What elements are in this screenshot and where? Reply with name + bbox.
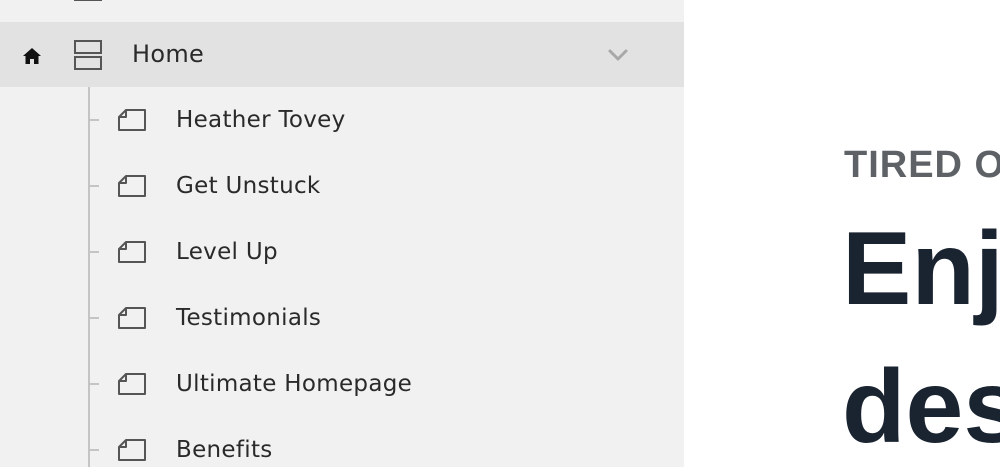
folder-icon: [74, 0, 102, 1]
tree-item-page[interactable]: Get Unstuck: [0, 153, 684, 219]
tree-branch-tick: [90, 383, 99, 385]
tree-item-label: Benefits: [176, 437, 273, 463]
tree-branch-tick: [90, 449, 99, 451]
page-icon: [118, 109, 146, 131]
page-icon: [118, 439, 146, 461]
preview-headline: Enj: [842, 211, 1000, 327]
tree-branch-tick: [90, 317, 99, 319]
tree-item-page[interactable]: Level Up: [0, 219, 684, 285]
tree-item-page[interactable]: Testimonials: [0, 285, 684, 351]
tree-branch-tick: [90, 185, 99, 187]
tree-branch-tick: [90, 119, 99, 121]
tree-item-label: Ultimate Homepage: [176, 371, 413, 397]
preview-eyebrow-text: TIRED O: [844, 144, 1000, 186]
tree-branch-tick: [90, 251, 99, 253]
tree-item-page[interactable]: Heather Tovey: [0, 87, 684, 153]
page-icon: [118, 307, 146, 329]
page-editor: Home Heather Tovey Get Unstuck Level Up …: [0, 0, 1000, 467]
tree-item-partial[interactable]: [0, 0, 684, 22]
tree-item-page[interactable]: Benefits: [0, 417, 684, 467]
tree-item-page[interactable]: Ultimate Homepage: [0, 351, 684, 417]
page-preview[interactable]: TIRED O Enj des: [684, 0, 1000, 467]
home-icon: [23, 48, 41, 64]
tree-item-label: Testimonials: [176, 305, 322, 331]
tree-item-home[interactable]: Home: [0, 22, 684, 87]
page-tree-panel: Home Heather Tovey Get Unstuck Level Up …: [0, 0, 684, 467]
tree-item-label: Level Up: [176, 239, 278, 265]
preview-headline: des: [842, 349, 1000, 465]
tree-item-label: Home: [132, 40, 205, 68]
chevron-down-icon[interactable]: [607, 48, 629, 62]
page-icon: [118, 373, 146, 395]
page-icon: [118, 175, 146, 197]
tree-item-label: Heather Tovey: [176, 107, 346, 133]
tree-item-label: Get Unstuck: [176, 173, 321, 199]
page-icon: [118, 241, 146, 263]
folder-icon: [74, 40, 102, 70]
